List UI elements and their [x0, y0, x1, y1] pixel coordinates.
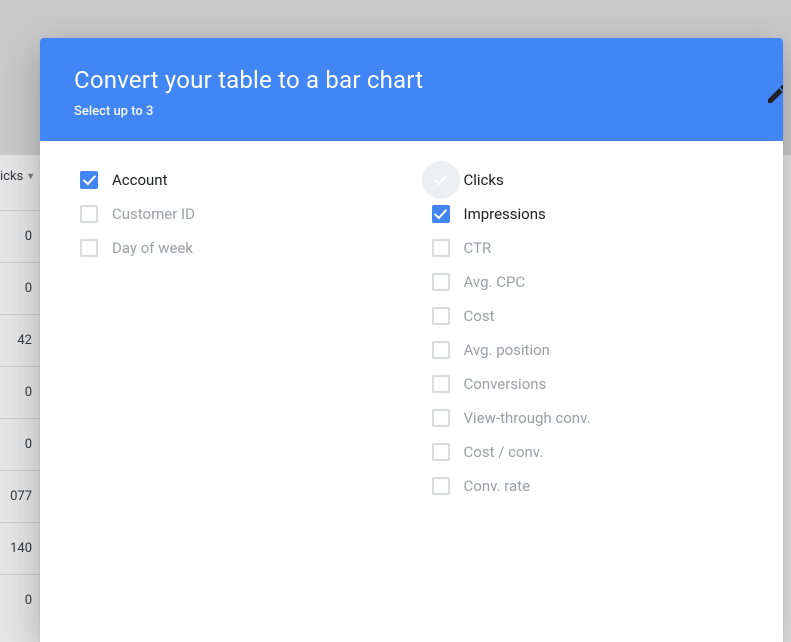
option-label: Conversions — [464, 375, 547, 393]
option-avg-position: Avg. position — [432, 341, 744, 359]
dialog-header: Convert your table to a bar chart Select… — [40, 38, 783, 141]
option-label: Cost — [464, 307, 495, 325]
checkbox-view-through-conv — [432, 409, 450, 427]
options-column-right: Clicks Impressions CTR Avg. CPC Cost Avg. pos… — [432, 171, 744, 612]
option-label: CTR — [464, 239, 492, 257]
checkbox-account[interactable] — [80, 171, 98, 189]
convert-to-chart-dialog: Convert your table to a bar chart Select… — [40, 38, 783, 642]
option-label: Impressions — [464, 205, 546, 223]
option-label: Day of week — [112, 239, 193, 257]
option-label: Account — [112, 171, 168, 189]
checkbox-cost — [432, 307, 450, 325]
option-conv-rate: Conv. rate — [432, 477, 744, 495]
option-label: View-through conv. — [464, 409, 591, 427]
checkbox-conversions — [432, 375, 450, 393]
checkbox-customer-id — [80, 205, 98, 223]
checkbox-ctr — [432, 239, 450, 257]
dialog-title: Convert your table to a bar chart — [74, 66, 749, 94]
option-cost: Cost — [432, 307, 744, 325]
option-label: Customer ID — [112, 205, 195, 223]
checkbox-avg-position — [432, 341, 450, 359]
option-label: Cost / conv. — [464, 443, 544, 461]
option-day-of-week: Day of week — [80, 239, 392, 257]
option-account[interactable]: Account — [80, 171, 392, 189]
checkbox-avg-cpc — [432, 273, 450, 291]
option-avg-cpc: Avg. CPC — [432, 273, 744, 291]
option-label: Clicks — [464, 171, 504, 189]
option-label: Avg. CPC — [464, 273, 526, 291]
option-impressions[interactable]: Impressions — [432, 205, 744, 223]
option-label: Conv. rate — [464, 477, 531, 495]
focus-ring — [422, 161, 460, 199]
option-customer-id: Customer ID — [80, 205, 392, 223]
option-conversions: Conversions — [432, 375, 744, 393]
option-view-through-conv: View-through conv. — [432, 409, 744, 427]
option-clicks[interactable]: Clicks — [432, 171, 744, 189]
option-ctr: CTR — [432, 239, 744, 257]
options-column-left: Account Customer ID Day of week — [80, 171, 392, 612]
checkbox-day-of-week — [80, 239, 98, 257]
checkbox-cost-per-conv — [432, 443, 450, 461]
checkbox-impressions[interactable] — [432, 205, 450, 223]
pencil-icon[interactable] — [765, 82, 783, 106]
checkbox-clicks[interactable] — [432, 171, 450, 189]
option-cost-per-conv: Cost / conv. — [432, 443, 744, 461]
dialog-subtitle: Select up to 3 — [74, 104, 749, 119]
option-label: Avg. position — [464, 341, 550, 359]
checkbox-conv-rate — [432, 477, 450, 495]
dialog-body: Account Customer ID Day of week Clicks Impr… — [40, 141, 783, 642]
